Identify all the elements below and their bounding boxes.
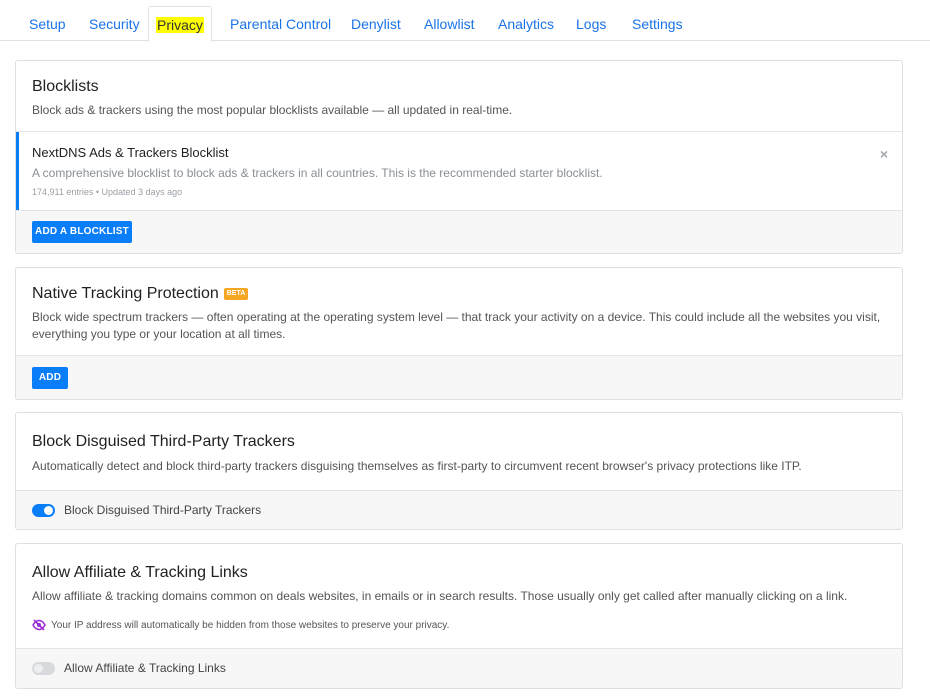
add-native-tracking-button[interactable]: ADD <box>32 367 68 389</box>
blocklists-footer: ADD A BLOCKLIST <box>16 210 902 253</box>
blocklists-card: Blocklists Block ads & trackers using th… <box>15 60 903 254</box>
blocklist-item-meta: 174,911 entries • Updated 3 days ago <box>32 187 183 197</box>
toggle-knob <box>44 506 53 515</box>
disguised-trackers-footer: Block Disguised Third-Party Trackers <box>16 490 902 529</box>
tab-denylist[interactable]: Denylist <box>351 16 401 32</box>
blocklists-description: Block ads & trackers using the most popu… <box>32 103 513 117</box>
beta-badge: BETA <box>223 288 249 300</box>
tab-parental-control[interactable]: Parental Control <box>230 16 331 32</box>
affiliate-links-card: Allow Affiliate & Tracking Links Allow a… <box>15 543 903 689</box>
blocklist-item-accent-bar <box>16 132 19 211</box>
tab-privacy-label: Privacy <box>156 17 204 33</box>
eye-slash-icon <box>32 619 46 631</box>
native-tracking-title: Native Tracking Protection BETA <box>32 285 249 303</box>
tab-settings[interactable]: Settings <box>632 16 683 32</box>
blocklist-item: NextDNS Ads & Trackers Blocklist A compr… <box>16 131 902 211</box>
disguised-trackers-card: Block Disguised Third-Party Trackers Aut… <box>15 412 903 530</box>
affiliate-links-toggle-label[interactable]: Allow Affiliate & Tracking Links <box>64 661 226 675</box>
add-blocklist-button[interactable]: ADD A BLOCKLIST <box>32 221 132 243</box>
tab-allowlist[interactable]: Allowlist <box>424 16 475 32</box>
disguised-trackers-title: Block Disguised Third-Party Trackers <box>32 433 295 450</box>
tab-setup[interactable]: Setup <box>29 16 66 32</box>
close-icon[interactable]: × <box>880 146 888 162</box>
tab-security[interactable]: Security <box>89 16 140 32</box>
toggle-knob <box>34 664 43 673</box>
native-tracking-description: Block wide spectrum trackers — often ope… <box>32 310 881 341</box>
blocklist-item-description: A comprehensive blocklist to block ads &… <box>32 166 603 180</box>
tab-analytics[interactable]: Analytics <box>498 16 554 32</box>
native-tracking-footer: ADD <box>16 355 902 399</box>
disguised-trackers-toggle-label[interactable]: Block Disguised Third-Party Trackers <box>64 503 261 517</box>
native-tracking-card: Native Tracking Protection BETA Block wid… <box>15 267 903 400</box>
ip-privacy-note: Your IP address will automatically be hi… <box>32 619 449 631</box>
blocklists-title: Blocklists <box>32 78 99 95</box>
ip-privacy-note-text: Your IP address will automatically be hi… <box>51 620 450 631</box>
affiliate-links-toggle[interactable] <box>32 662 55 675</box>
blocklist-item-name: NextDNS Ads & Trackers Blocklist <box>32 145 229 160</box>
affiliate-links-footer: Allow Affiliate & Tracking Links <box>16 648 902 688</box>
native-tracking-title-text: Native Tracking Protection <box>32 285 219 302</box>
disguised-trackers-description: Automatically detect and block third-par… <box>32 459 802 473</box>
tab-logs[interactable]: Logs <box>576 16 606 32</box>
tab-bar: Setup Security Privacy Parental Control … <box>0 0 930 42</box>
affiliate-links-title: Allow Affiliate & Tracking Links <box>32 564 248 581</box>
affiliate-links-description: Allow affiliate & tracking domains commo… <box>32 589 848 603</box>
disguised-trackers-toggle[interactable] <box>32 504 55 517</box>
tab-privacy[interactable]: Privacy <box>148 6 212 42</box>
